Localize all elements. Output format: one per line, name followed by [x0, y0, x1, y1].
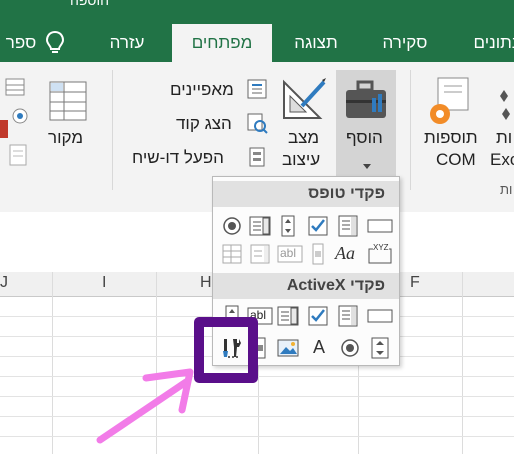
import-xml-icon[interactable]: [0, 118, 10, 140]
tab-view-label: תצוגה: [294, 33, 338, 52]
activex-option-button-icon[interactable]: [339, 337, 361, 359]
lightbulb-icon[interactable]: [44, 30, 66, 56]
insert-controls-button[interactable]: הוסף: [336, 70, 396, 182]
activex-header-brand: ActiveX: [286, 277, 346, 294]
form-combo-box-icon[interactable]: [337, 215, 359, 237]
design-mode-icon[interactable]: [280, 76, 328, 122]
form-group-box-sample: XYZ: [373, 243, 389, 252]
activex-label-icon[interactable]: A: [311, 337, 333, 359]
view-code-icon: [246, 112, 268, 134]
grid-row-line: [0, 376, 514, 377]
activex-command-button-icon[interactable]: [367, 305, 393, 327]
chevron-down-icon: [362, 158, 372, 169]
com-addins-label-1[interactable]: תוספות: [424, 128, 478, 148]
refresh-data-icon[interactable]: [4, 142, 30, 168]
form-label-sample: Aa: [335, 243, 355, 263]
com-addins-icon[interactable]: [428, 76, 476, 126]
form-list-grid-icon: [221, 243, 243, 265]
form-combo-list-icon: [249, 243, 271, 265]
activex-image-icon[interactable]: [277, 337, 299, 359]
title-bar: הוספה: [0, 0, 514, 14]
column-header-h[interactable]: H: [200, 274, 212, 292]
grid-row-line: [0, 436, 514, 437]
ribbon-tab-bar: ספר עזרה מפתחים תצוגה סקירה נתונים: [0, 14, 514, 62]
tab-data-label: נתונים: [473, 33, 514, 52]
tab-help-label: עזרה: [109, 33, 145, 52]
tab-review[interactable]: סקירה: [370, 24, 440, 62]
group-label-fragment: ות: [500, 182, 513, 197]
form-list-box-icon[interactable]: [249, 215, 271, 237]
view-code-button[interactable]: הצג קוד: [176, 114, 232, 134]
tab-help[interactable]: עזרה: [92, 24, 162, 62]
insert-label: הוסף: [346, 128, 383, 147]
form-scroll-bar-icon: [307, 243, 329, 265]
design-mode-label-2[interactable]: עיצוב: [282, 150, 320, 170]
activex-text-box-icon[interactable]: abl: [247, 305, 273, 327]
group-separator: [410, 70, 411, 190]
activex-spin-button-icon[interactable]: [221, 305, 243, 327]
activex-toggle-spin-icon[interactable]: [369, 337, 391, 359]
activex-list-box-icon[interactable]: [277, 305, 299, 327]
tab-developer-label: מפתחים: [191, 33, 253, 52]
addins-fragment[interactable]: ות: [496, 128, 512, 148]
run-dialog-icon: [246, 146, 268, 168]
form-label-icon[interactable]: Aa: [335, 243, 361, 265]
group-separator: [112, 70, 113, 190]
tab-review-label: סקירה: [382, 33, 428, 52]
source-pane-icon[interactable]: [48, 80, 88, 122]
activex-label-sample: A: [313, 337, 326, 357]
tab-tellme[interactable]: ספר: [0, 24, 42, 62]
form-group-box-icon[interactable]: XYZ: [367, 243, 393, 265]
toolbox-icon: [342, 80, 390, 122]
grid-column-line: [462, 272, 463, 454]
tab-view[interactable]: תצוגה: [280, 24, 352, 62]
insert-controls-menu: פקדי טופס abl Aa XYZ ActiveX פקדי abl A: [212, 176, 400, 366]
form-button-icon[interactable]: [367, 215, 393, 237]
activex-scroll-bar-icon[interactable]: [249, 337, 271, 359]
activex-text-box-sample: abl: [250, 308, 267, 322]
grid-row-line: [0, 416, 514, 417]
column-header-i[interactable]: I: [102, 274, 106, 292]
properties-icon: [246, 78, 268, 100]
form-text-field-icon: abl: [277, 243, 303, 265]
com-addins-label-2[interactable]: COM: [436, 150, 476, 170]
excel-addins-icon[interactable]: [494, 84, 514, 124]
properties-button[interactable]: מאפיינים: [170, 80, 234, 100]
form-text-field-sample: abl: [280, 246, 297, 260]
column-header-j[interactable]: J: [0, 274, 8, 292]
design-mode-label-1[interactable]: מצב: [288, 128, 319, 148]
grid-column-line: [156, 272, 157, 454]
run-dialog-button[interactable]: הפעל דו-שיח: [132, 148, 224, 168]
activex-combo-box-icon[interactable]: [337, 305, 359, 327]
tab-tellme-label: ספר: [5, 33, 37, 52]
tab-developer[interactable]: מפתחים: [172, 24, 272, 62]
more-controls-icon[interactable]: [221, 337, 243, 359]
excel-addins-fragment[interactable]: Exc: [490, 150, 514, 170]
activex-controls-header: ActiveX פקדי: [213, 273, 399, 299]
map-properties-icon[interactable]: [2, 76, 28, 98]
column-header-f[interactable]: F: [410, 274, 420, 292]
window-title-fragment: הוספה: [70, 0, 109, 8]
grid-column-line: [52, 272, 53, 454]
activex-check-box-icon[interactable]: [307, 305, 329, 327]
grid-row-line: [0, 396, 514, 397]
form-option-button-icon[interactable]: [221, 215, 243, 237]
form-spin-button-icon[interactable]: [277, 215, 299, 237]
activex-header-word: פקדי: [349, 277, 385, 294]
tab-data[interactable]: נתונים: [460, 24, 514, 62]
form-controls-header: פקדי טופס: [213, 181, 399, 207]
source-button[interactable]: מקור: [48, 128, 83, 148]
form-check-box-icon[interactable]: [307, 215, 329, 237]
